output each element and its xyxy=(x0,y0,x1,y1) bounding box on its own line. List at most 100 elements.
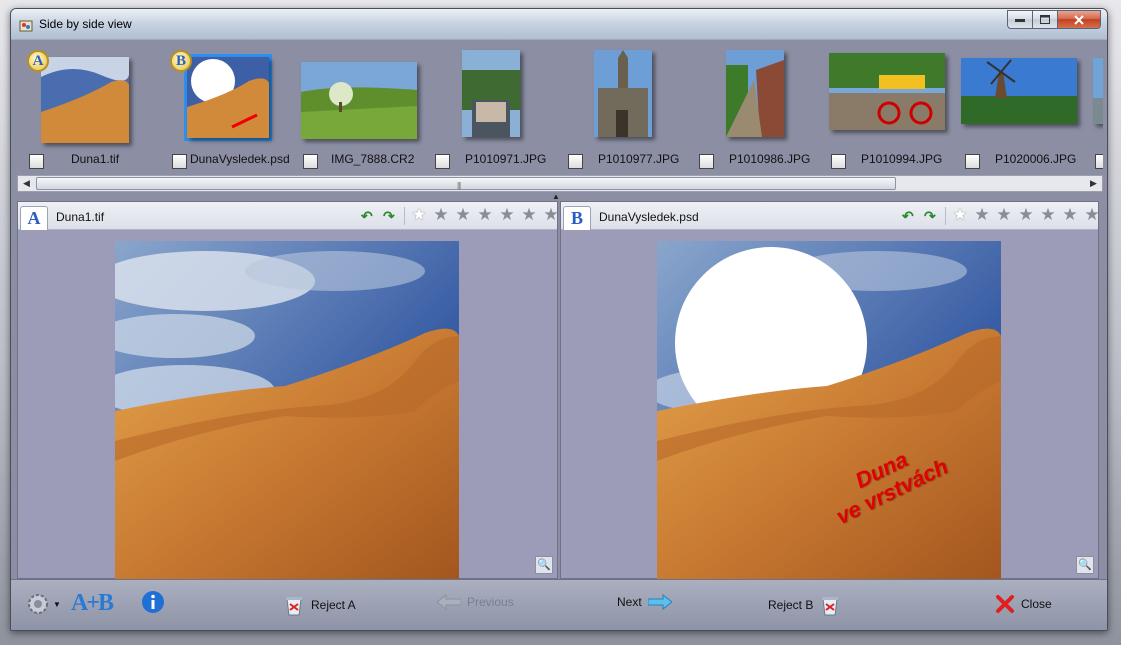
settings-gear-icon xyxy=(28,594,48,614)
close-label: Close xyxy=(1021,597,1052,611)
ab-swap-icon: A+B xyxy=(71,590,114,616)
zoom-icon[interactable]: 🔍 xyxy=(1076,556,1094,574)
thumbnail-item[interactable]: P1010971.JPG xyxy=(417,40,549,174)
thumbnail-checkbox[interactable] xyxy=(29,154,44,169)
arrow-left-icon xyxy=(437,594,461,610)
thumbnail-image xyxy=(301,62,417,139)
thumbnail-label: P1010971.JPG xyxy=(465,152,547,166)
thumbnail-item[interactable]: P1010986.JPG xyxy=(683,40,815,174)
thumbnail-checkbox[interactable] xyxy=(568,154,583,169)
star-icon[interactable]: ★ xyxy=(496,205,518,225)
thumbnail-image xyxy=(187,57,269,138)
splitter-collapse-icon[interactable]: ▲ xyxy=(552,192,560,201)
thumbnail-item[interactable]: P1010994.JPG xyxy=(817,40,949,174)
thumbnail-checkbox[interactable] xyxy=(435,154,450,169)
thumbnail-checkbox[interactable] xyxy=(965,154,980,169)
star-icon[interactable]: ★ xyxy=(1015,205,1037,225)
swap-ab-button[interactable]: A+B xyxy=(71,590,114,617)
star-icon[interactable]: ★ xyxy=(518,205,540,225)
settings-button[interactable]: ▼ xyxy=(25,590,61,618)
reject-b-label: Reject B xyxy=(768,598,814,612)
star-icon[interactable]: ★ xyxy=(430,205,452,225)
pane-b: B DunaVysledek.psd ↶ ↷ ★ ★ ★ ★ ★ ★ ★ Dun… xyxy=(560,201,1100,585)
thumbnail-image xyxy=(829,53,945,130)
thumbnail-image xyxy=(41,57,129,143)
thumbnail-item-partial[interactable] xyxy=(1085,40,1103,174)
thumbnail-strip: A Duna1.tif B DunaVysledek.psd IMG_7888.… xyxy=(17,40,1103,174)
previous-button[interactable]: Previous xyxy=(437,594,514,610)
thumbnail-label: DunaVysledek.psd xyxy=(190,152,290,166)
info-button[interactable] xyxy=(141,590,165,614)
rating-stars[interactable]: ★ ★ ★ ★ ★ ★ ★ xyxy=(949,205,1103,225)
star-icon[interactable]: ★ xyxy=(452,205,474,225)
thumbnail-item[interactable]: P1020006.JPG xyxy=(951,40,1083,174)
scroll-right-arrow-icon[interactable]: ▶ xyxy=(1085,176,1102,191)
thumbnail-image xyxy=(462,50,520,137)
next-label: Next xyxy=(617,595,642,609)
pane-b-image[interactable]: Duna ve vrstvách xyxy=(657,241,1001,585)
recycle-bin-icon xyxy=(286,597,302,616)
info-icon xyxy=(142,591,164,613)
star-icon[interactable]: ★ xyxy=(540,205,562,225)
badge-b-icon: B xyxy=(170,50,192,72)
star-icon[interactable]: ★ xyxy=(993,205,1015,225)
scrollbar-thumb[interactable]: ||| xyxy=(36,177,896,190)
arrow-right-icon xyxy=(647,594,672,610)
rotate-left-icon[interactable]: ↶ xyxy=(361,208,373,225)
reject-star-icon[interactable]: ★ xyxy=(408,205,430,225)
thumbnail-label: Duna1.tif xyxy=(71,152,120,166)
thumbnail-checkbox[interactable] xyxy=(831,154,846,169)
pane-a-tab[interactable]: A xyxy=(20,206,48,230)
close-button[interactable]: Close xyxy=(995,594,1052,614)
pane-b-tab[interactable]: B xyxy=(563,206,591,230)
window-title: Side by side view xyxy=(39,17,132,31)
reject-star-icon[interactable]: ★ xyxy=(949,205,971,225)
previous-label: Previous xyxy=(467,595,514,609)
thumbnail-label: IMG_7888.CR2 xyxy=(331,152,415,166)
reject-a-label: Reject A xyxy=(311,598,356,612)
thumbnail-checkbox[interactable] xyxy=(303,154,318,169)
thumbnail-label: P1010977.JPG xyxy=(598,152,680,166)
pane-b-header: B DunaVysledek.psd ↶ ↷ ★ ★ ★ ★ ★ ★ ★ xyxy=(561,202,1100,230)
thumbnail-label: P1010994.JPG xyxy=(861,152,943,166)
thumbnail-scrollbar[interactable]: ◀ ||| ▶ xyxy=(17,175,1103,192)
star-icon[interactable]: ★ xyxy=(474,205,496,225)
close-x-icon xyxy=(996,595,1014,613)
title-bar[interactable]: Side by side view xyxy=(11,9,1107,39)
rotate-right-icon[interactable]: ↷ xyxy=(924,208,936,225)
header-divider xyxy=(404,207,405,225)
close-window-button[interactable] xyxy=(1058,10,1101,29)
thumbnail-image xyxy=(1093,58,1103,124)
pane-a-image[interactable] xyxy=(115,241,459,585)
next-button[interactable]: Next xyxy=(617,594,672,610)
thumbnail-checkbox[interactable] xyxy=(1095,154,1103,169)
thumbnail-checkbox[interactable] xyxy=(699,154,714,169)
header-divider xyxy=(945,207,946,225)
reject-a-button[interactable]: Reject A xyxy=(283,594,356,616)
rotate-right-icon[interactable]: ↷ xyxy=(383,208,395,225)
maximize-button[interactable] xyxy=(1033,10,1058,29)
star-icon[interactable]: ★ xyxy=(1037,205,1059,225)
side-by-side-window: Side by side view A Duna1.tif B DunaVysl… xyxy=(10,8,1108,631)
minimize-button[interactable] xyxy=(1007,10,1033,29)
star-icon[interactable]: ★ xyxy=(1059,205,1081,225)
thumbnail-image xyxy=(726,50,784,137)
thumbnail-item[interactable]: IMG_7888.CR2 xyxy=(283,40,417,174)
rotate-left-icon[interactable]: ↶ xyxy=(902,208,914,225)
thumbnail-item[interactable]: P1010977.JPG xyxy=(550,40,682,174)
thumbnail-checkbox[interactable] xyxy=(172,154,187,169)
thumbnail-item[interactable]: A Duna1.tif xyxy=(17,40,149,174)
scroll-left-arrow-icon[interactable]: ◀ xyxy=(18,176,35,191)
star-icon[interactable]: ★ xyxy=(971,205,993,225)
thumbnail-image xyxy=(594,50,652,137)
thumbnail-label: P1020006.JPG xyxy=(995,152,1077,166)
thumbnail-label: P1010986.JPG xyxy=(729,152,811,166)
pane-b-filename: DunaVysledek.psd xyxy=(599,210,699,224)
zoom-icon[interactable]: 🔍 xyxy=(535,556,553,574)
rating-stars[interactable]: ★ ★ ★ ★ ★ ★ ★ xyxy=(408,205,562,225)
reject-b-button[interactable]: Reject B xyxy=(768,594,841,616)
thumbnail-image xyxy=(961,58,1077,124)
star-icon[interactable]: ★ xyxy=(1081,205,1103,225)
badge-a-icon: A xyxy=(27,50,49,72)
thumbnail-item[interactable]: B DunaVysledek.psd xyxy=(150,40,290,174)
